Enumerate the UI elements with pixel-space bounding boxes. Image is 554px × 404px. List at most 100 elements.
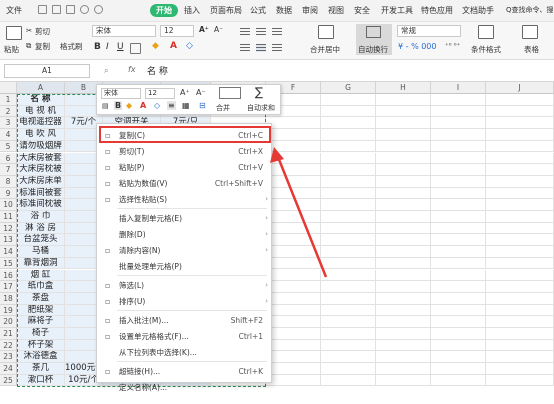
table-cell[interactable] — [321, 363, 376, 375]
tab-security[interactable]: 安全 — [354, 5, 370, 16]
font-color-icon[interactable]: A — [170, 41, 177, 51]
table-cell[interactable] — [321, 117, 376, 130]
table-cell[interactable] — [431, 351, 486, 364]
row-header[interactable]: 23 — [0, 351, 17, 364]
table-cell[interactable] — [431, 187, 486, 200]
table-cell[interactable] — [486, 328, 554, 340]
row-header[interactable]: 10 — [0, 199, 17, 211]
table-cell[interactable] — [376, 328, 431, 340]
table-cell[interactable] — [486, 269, 554, 282]
table-cell[interactable] — [376, 316, 431, 328]
table-cell[interactable] — [486, 246, 554, 258]
table-cell[interactable] — [376, 117, 431, 130]
tab-review[interactable]: 审阅 — [302, 5, 318, 16]
table-cell[interactable] — [321, 328, 376, 340]
mini-autosum-button[interactable]: 自动求和 — [247, 103, 275, 113]
row-header[interactable]: 3 — [0, 117, 17, 130]
table-cell[interactable] — [486, 94, 554, 106]
context-menu-item[interactable]: ▫ 插入批注(M)... Shift+F2 — [97, 312, 273, 329]
table-cell[interactable] — [431, 234, 486, 247]
table-cell[interactable] — [486, 187, 554, 200]
column-header[interactable]: I — [431, 82, 486, 94]
table-cell[interactable] — [431, 363, 486, 375]
table-cell[interactable] — [486, 140, 554, 153]
merge-center-icon[interactable] — [318, 25, 334, 39]
mini-shrink-font-icon[interactable]: A⁻ — [196, 88, 206, 97]
table-cell[interactable] — [266, 351, 321, 364]
row-header[interactable]: 25 — [0, 374, 17, 387]
table-cell[interactable] — [486, 117, 554, 130]
table-cell[interactable] — [321, 374, 376, 387]
bold-icon[interactable]: B — [94, 42, 101, 52]
table-cell[interactable] — [321, 105, 376, 118]
context-menu-item[interactable]: ▫ 粘贴为数值(V) Ctrl+Shift+V — [97, 175, 273, 192]
table-cell[interactable] — [486, 211, 554, 223]
table-cell[interactable] — [431, 328, 486, 340]
table-cell[interactable] — [376, 292, 431, 305]
name-box[interactable]: A1 — [4, 64, 90, 78]
table-cell[interactable] — [486, 292, 554, 305]
context-menu-item[interactable]: 从下拉列表中选择(K)... — [97, 344, 273, 361]
redo-icon[interactable] — [94, 5, 103, 14]
paste-icon[interactable] — [6, 26, 22, 40]
tab-doc-assistant[interactable]: 文档助手 — [462, 5, 494, 16]
row-header[interactable]: 7 — [0, 164, 17, 176]
table-cell[interactable] — [431, 211, 486, 223]
row-header[interactable]: 21 — [0, 328, 17, 340]
function-icon[interactable]: fx — [128, 65, 136, 74]
tab-formulas[interactable]: 公式 — [250, 5, 266, 16]
mini-grow-font-icon[interactable]: A⁺ — [180, 88, 190, 97]
formula-input[interactable]: 名 称 — [147, 64, 168, 77]
table-cell[interactable] — [376, 222, 431, 235]
table-cell[interactable] — [376, 246, 431, 258]
wrap-text-button[interactable]: 自动换行 — [356, 24, 392, 55]
border-icon[interactable] — [130, 43, 141, 54]
table-cell[interactable] — [376, 234, 431, 247]
table-cell[interactable] — [486, 234, 554, 247]
mini-clear-icon[interactable]: ◇ — [154, 101, 160, 110]
table-cell[interactable] — [486, 222, 554, 235]
context-menu-item[interactable]: ▫ 排序(U) › — [97, 293, 273, 310]
row-header[interactable]: 8 — [0, 175, 17, 188]
row-header[interactable]: 5 — [0, 140, 17, 153]
merge-center-button[interactable]: 合并居中 — [310, 44, 340, 55]
table-cell[interactable] — [321, 316, 376, 328]
row-header[interactable]: 20 — [0, 316, 17, 328]
table-cell[interactable] — [431, 105, 486, 118]
context-menu-item[interactable]: ▫ 剪切(T) Ctrl+X — [97, 143, 273, 160]
table-cell[interactable] — [266, 339, 321, 352]
table-cell[interactable] — [321, 351, 376, 364]
context-menu-item[interactable]: ▫ 清除内容(N) › — [97, 242, 273, 259]
table-cell[interactable] — [431, 339, 486, 352]
table-cell[interactable] — [376, 269, 431, 282]
table-cell[interactable] — [376, 199, 431, 211]
number-format-select[interactable]: 常规 — [397, 25, 461, 37]
mini-sigma-icon[interactable]: ∑ — [255, 85, 263, 99]
row-header[interactable]: 6 — [0, 152, 17, 165]
italic-icon[interactable]: I — [106, 42, 109, 52]
context-menu-item[interactable]: 定义名称(A)... — [97, 379, 273, 396]
row-header[interactable]: 18 — [0, 292, 17, 305]
table-cell[interactable] — [376, 94, 431, 106]
zoom-icon[interactable]: ⌕ — [104, 66, 108, 76]
scissors-icon[interactable]: ✂ — [26, 26, 32, 35]
row-header[interactable]: 9 — [0, 187, 17, 200]
mini-align-center-icon[interactable]: ≡ — [167, 101, 176, 110]
table-cell[interactable] — [266, 328, 321, 340]
table-cell[interactable] — [486, 316, 554, 328]
tab-special[interactable]: 特色应用 — [421, 5, 453, 16]
fill-color-icon[interactable]: ◆ — [152, 41, 159, 51]
tab-developer[interactable]: 开发工具 — [381, 5, 413, 16]
table-cell[interactable] — [486, 339, 554, 352]
currency-icon[interactable]: ¥ - % 000 — [398, 42, 436, 51]
search-command[interactable]: Q查找命令、搜索 — [506, 5, 554, 15]
context-menu-item[interactable]: 删除(D) › — [97, 226, 273, 243]
decimal-icon[interactable]: ⁺⁰ ⁰⁺ — [445, 42, 460, 50]
row-header[interactable]: 14 — [0, 246, 17, 258]
row-header[interactable]: 2 — [0, 105, 17, 118]
table-cell[interactable] — [376, 374, 431, 387]
grow-font-icon[interactable]: A⁺ — [199, 25, 209, 34]
table-cell[interactable] — [486, 281, 554, 293]
context-menu-item[interactable]: ▫ 选择性粘贴(S) › — [97, 191, 273, 208]
table-cell[interactable] — [266, 304, 321, 317]
